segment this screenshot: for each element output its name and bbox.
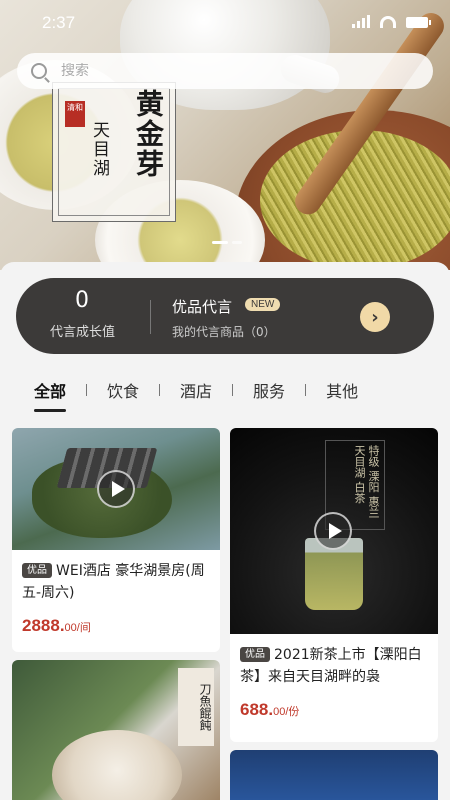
tab-all[interactable]: 全部 xyxy=(34,378,67,412)
main-content: 0 代言成长值 优品代言 NEW 我的代言商品（0） › 全部 饮食 酒店 服务… xyxy=(0,262,450,800)
price-main: 688. xyxy=(240,700,274,719)
tab-service[interactable]: 服务 xyxy=(253,378,285,402)
tab-separator xyxy=(159,384,161,396)
chevron-right-icon[interactable]: › xyxy=(360,302,390,332)
divider xyxy=(150,300,151,334)
product-price: 688.00/份 xyxy=(240,700,428,720)
growth-value: 0 xyxy=(75,288,89,313)
product-tag: 优品 xyxy=(240,647,270,662)
new-badge: NEW xyxy=(245,298,281,311)
product-price: 2888.00/间 xyxy=(22,616,210,636)
endorsement-card[interactable]: 0 代言成长值 优品代言 NEW 我的代言商品（0） › xyxy=(16,278,434,354)
product-name-row: 优品 WEI酒店 豪华湖景房(周五-周六) xyxy=(22,560,210,604)
category-tabs: 全部 饮食 酒店 服务 其他 xyxy=(34,378,358,412)
signal-icon xyxy=(352,15,370,28)
product-tag: 优品 xyxy=(22,563,52,578)
tab-separator xyxy=(232,384,234,396)
product-image: 特级 溧阳 惠兰 天目湖 白茶 xyxy=(230,428,438,634)
tab-other[interactable]: 其他 xyxy=(326,378,358,402)
banner-brand-text: 天目湖 xyxy=(89,121,109,178)
endorsement-subtitle: 我的代言商品（0） xyxy=(172,325,276,339)
status-bar: 2:37 xyxy=(0,0,450,46)
growth-value-label: 代言成长值 xyxy=(50,325,116,340)
play-icon[interactable] xyxy=(314,512,352,550)
product-image: 刀魚餛飩 xyxy=(12,660,220,800)
tab-separator xyxy=(305,384,307,396)
brand-seal: 清和 xyxy=(65,101,85,127)
carousel-dot-active xyxy=(212,241,228,244)
search-input[interactable] xyxy=(61,63,361,79)
carousel-dot xyxy=(232,241,242,244)
product-card[interactable]: 刀魚餛飩 xyxy=(12,660,220,800)
product-info: 优品 WEI酒店 豪华湖景房(周五-周六) 2888.00/间 xyxy=(12,550,220,636)
product-card[interactable]: 特级 溧阳 惠兰 天目湖 白茶 优品 2021新茶上市【溧阳白茶】来自天目湖畔的袅… xyxy=(230,428,438,742)
wonton-bowl-image xyxy=(52,730,182,800)
dish-name-label: 刀魚餛飩 xyxy=(178,668,214,746)
banner-product-text: 黄金芽 xyxy=(132,89,165,179)
product-info: 优品 2021新茶上市【溧阳白茶】来自天目湖畔的袅 688.00/份 xyxy=(230,634,438,720)
price-unit: 00/间 xyxy=(64,622,91,634)
play-icon[interactable] xyxy=(97,470,135,508)
product-card[interactable] xyxy=(230,750,438,800)
product-card[interactable]: 优品 WEI酒店 豪华湖景房(周五-周六) 2888.00/间 xyxy=(12,428,220,652)
endorsement-title: 优品代言 xyxy=(172,298,233,316)
carousel-indicator xyxy=(212,241,242,244)
wifi-icon xyxy=(380,16,396,28)
status-time: 2:37 xyxy=(42,13,76,32)
product-name-row: 优品 2021新茶上市【溧阳白茶】来自天目湖畔的袅 xyxy=(240,644,428,688)
product-image xyxy=(230,750,438,800)
battery-icon xyxy=(406,17,431,28)
search-icon xyxy=(31,63,47,79)
banner-brand-label: 清和 天目湖 黄金芽 xyxy=(52,82,176,222)
tab-separator xyxy=(86,384,88,396)
tab-hotel[interactable]: 酒店 xyxy=(180,378,212,402)
price-unit: 00/份 xyxy=(273,706,300,718)
price-main: 2888. xyxy=(22,616,65,635)
status-icons xyxy=(352,15,431,28)
search-bar[interactable] xyxy=(17,53,433,89)
tab-food[interactable]: 饮食 xyxy=(107,378,139,402)
product-image xyxy=(12,428,220,550)
